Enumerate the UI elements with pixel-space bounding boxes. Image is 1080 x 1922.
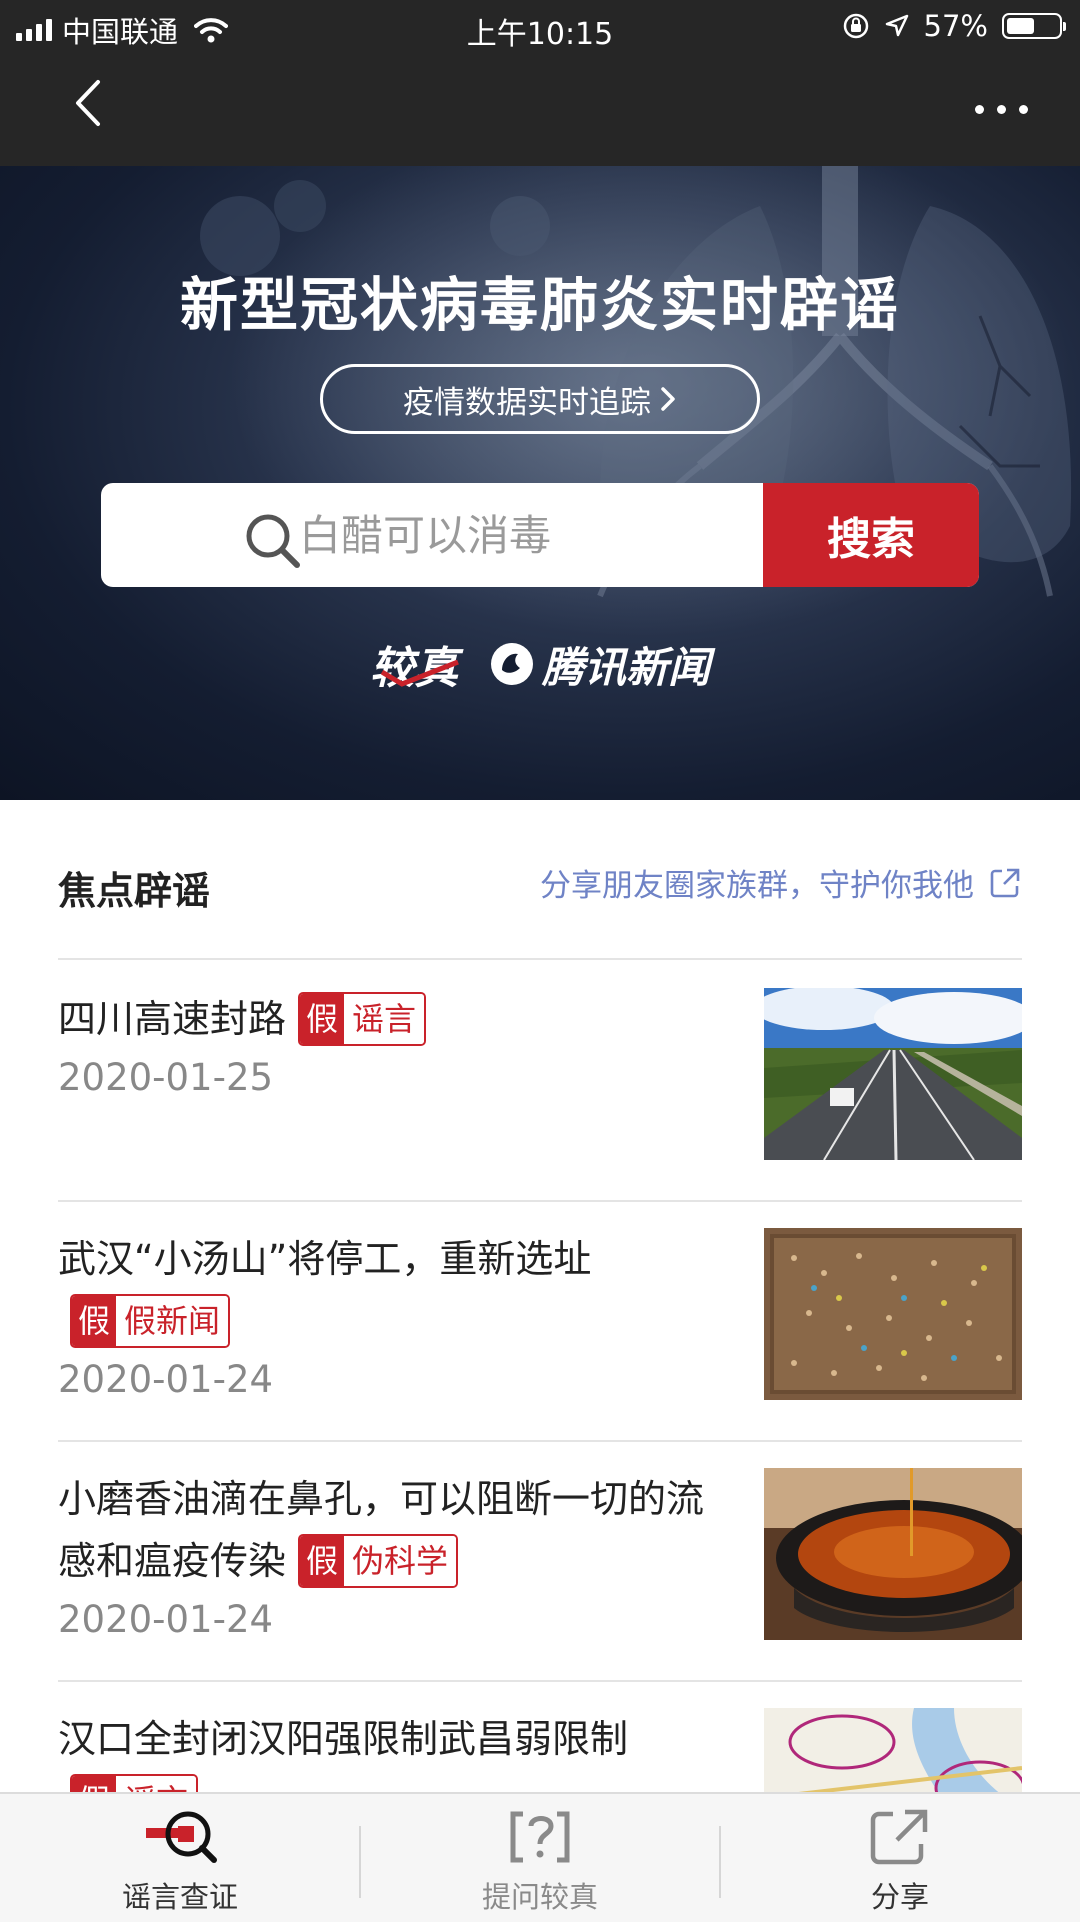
- search-field[interactable]: [101, 483, 763, 587]
- battery-fill: [1007, 18, 1034, 34]
- hero-banner: 新型冠状病毒肺炎实时辟谣 疫情数据实时追踪 搜索 较真: [0, 166, 1080, 800]
- jiaozhen-logo: 较真: [369, 643, 459, 694]
- status-right: 57%: [842, 9, 1066, 43]
- status-bar: 中国联通 上午10:15 57%: [0, 0, 1080, 54]
- list-item-headline: 武汉“小汤山”将停工，重新选址假假新闻: [58, 1228, 618, 1352]
- tag-badge: 假伪科学: [298, 1533, 459, 1588]
- search-bar: 搜索: [101, 483, 979, 587]
- sesame-oil-thumbnail: [764, 1468, 1022, 1640]
- battery-icon: [1002, 13, 1066, 39]
- tencent-news-logo: 腾讯新闻: [488, 634, 710, 695]
- tab-label: 提问较真: [481, 1880, 598, 1914]
- question-icon: [510, 1811, 570, 1863]
- highway-thumbnail: [764, 988, 1022, 1160]
- hero-title: 新型冠状病毒肺炎实时辟谣: [179, 271, 900, 339]
- battery-percent: 57%: [923, 9, 988, 43]
- list-item-date: 2020-01-24: [58, 1598, 274, 1641]
- search-check-icon: [146, 1811, 217, 1863]
- list-item-date: 2020-01-24: [58, 1358, 274, 1401]
- tag-badge: 假谣言: [298, 991, 427, 1046]
- tab-label: 分享: [870, 1880, 929, 1914]
- tag-badge: 假假新闻: [70, 1293, 231, 1348]
- tencent-news-icon: [490, 643, 533, 685]
- list-item[interactable]: 小磨香油滴在鼻孔，可以阻断一切的流感和瘟疫传染假伪科学 2020-01-24: [58, 1440, 1022, 1682]
- list-item-text: 四川高速封路假谣言 2020-01-25: [58, 988, 738, 1099]
- search-button[interactable]: 搜索: [763, 483, 979, 587]
- section-title: 焦点辟谣: [58, 869, 211, 913]
- list-item-headline: 四川高速封路假谣言: [58, 988, 738, 1050]
- location-icon: [885, 14, 908, 37]
- tab-rumor-check[interactable]: 谣言查证: [0, 1794, 360, 1922]
- search-input[interactable]: [297, 509, 661, 561]
- share-moments-link[interactable]: 分享朋友圈家族群，守护你我他: [540, 860, 1022, 905]
- section-header: 焦点辟谣 分享朋友圈家族群，守护你我他: [58, 800, 1022, 960]
- more-dots-icon[interactable]: [958, 94, 1028, 124]
- share-out-icon: [990, 868, 1020, 897]
- brand-logos: 较真 腾讯新闻: [0, 632, 1080, 696]
- back-chevron-icon[interactable]: [68, 78, 108, 128]
- data-tracking-label: 疫情数据实时追踪: [403, 384, 651, 421]
- construction-site-thumbnail: [764, 1228, 1022, 1400]
- list-item-text: 小磨香油滴在鼻孔，可以阻断一切的流感和瘟疫传染假伪科学 2020-01-24: [58, 1468, 738, 1641]
- check-mark-icon: [380, 659, 459, 687]
- tab-label: 谣言查证: [121, 1880, 238, 1914]
- search-icon: [246, 514, 300, 568]
- list-item[interactable]: 四川高速封路假谣言 2020-01-25: [58, 960, 1022, 1202]
- orientation-lock-icon: [843, 13, 868, 39]
- data-tracking-button[interactable]: 疫情数据实时追踪: [320, 364, 760, 434]
- share-icon: [870, 1809, 928, 1865]
- list-item-text: 武汉“小汤山”将停工，重新选址假假新闻 2020-01-24: [58, 1228, 738, 1401]
- list-item-date: 2020-01-25: [58, 1056, 274, 1099]
- share-moments-label: 分享朋友圈家族群，守护你我他: [540, 868, 974, 904]
- tab-share[interactable]: 分享: [720, 1794, 1080, 1922]
- chevron-right-icon: [661, 387, 675, 411]
- bottom-tab-bar: 谣言查证 提问较真 分享: [0, 1792, 1080, 1922]
- list-item[interactable]: 武汉“小汤山”将停工，重新选址假假新闻 2020-01-24: [58, 1200, 1022, 1442]
- top-bar: 中国联通 上午10:15 57%: [0, 0, 1080, 166]
- tab-ask-question[interactable]: 提问较真: [360, 1794, 720, 1922]
- list-item-headline: 小磨香油滴在鼻孔，可以阻断一切的流感和瘟疫传染假伪科学: [58, 1468, 738, 1592]
